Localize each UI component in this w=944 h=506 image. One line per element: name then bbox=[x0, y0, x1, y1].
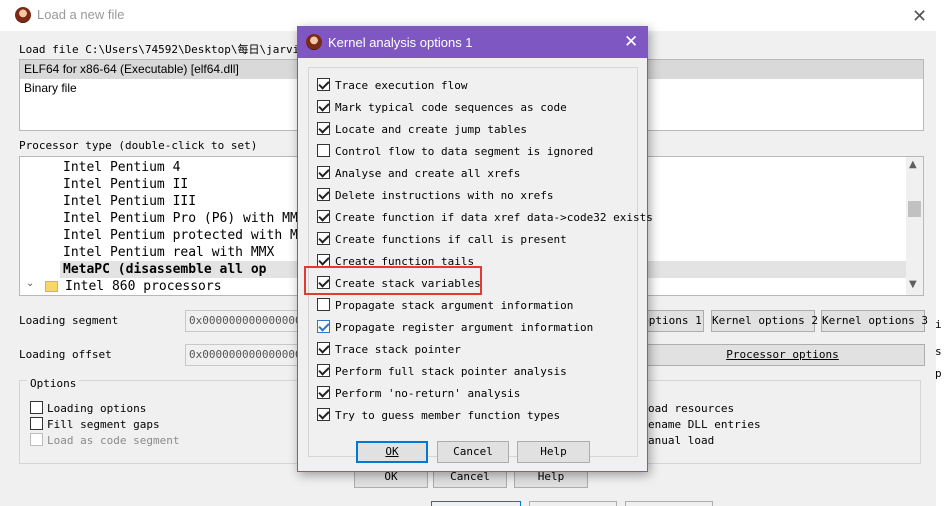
loading-segment-label: Loading segment bbox=[19, 314, 119, 327]
option-checkbox[interactable] bbox=[317, 166, 330, 179]
option-label: Delete instructions with no xrefs bbox=[335, 189, 554, 202]
rename-dll-entries-label: ename DLL entries bbox=[648, 418, 761, 431]
kernel-analysis-options-dialog: Kernel analysis options 1 ✕ Trace execut… bbox=[297, 26, 653, 472]
chevron-down-icon[interactable]: ⌄ bbox=[26, 278, 34, 289]
option-label: Try to guess member function types bbox=[335, 409, 561, 422]
folder-icon bbox=[45, 281, 58, 292]
processor-type-label: Processor type (double-click to set) bbox=[19, 139, 258, 152]
processor-options-label: Processor options bbox=[726, 348, 839, 361]
option-label: Create function if data xref data->code3… bbox=[335, 211, 653, 224]
option-label: Perform full stack pointer analysis bbox=[335, 365, 567, 378]
dialog-title-bar: Kernel analysis options 1 ✕ bbox=[298, 27, 647, 58]
option-label: Locate and create jump tables bbox=[335, 123, 528, 136]
option-checkbox[interactable] bbox=[317, 386, 330, 399]
option-checkbox[interactable] bbox=[317, 298, 330, 311]
dialog-title: Kernel analysis options 1 bbox=[328, 35, 473, 50]
option-label: Analyse and create all xrefs bbox=[335, 167, 521, 180]
option-label: Mark typical code sequences as code bbox=[335, 101, 567, 114]
load-file-label: Load file C:\Users\74592\Desktop\每日\jarv… bbox=[19, 43, 326, 56]
load-resources-label: oad resources bbox=[648, 402, 735, 415]
option-checkbox[interactable] bbox=[317, 188, 330, 201]
list-item[interactable]: Intel Pentium protected with M bbox=[63, 227, 298, 244]
option-label: Create functions if call is present bbox=[335, 233, 567, 246]
kernel-options-3-button[interactable]: Kernel options 3 bbox=[821, 310, 928, 332]
button-fragment[interactable] bbox=[529, 501, 617, 506]
list-item[interactable]: Intel Pentium III bbox=[63, 193, 196, 210]
clipped-button-fragment: p bbox=[935, 367, 942, 380]
option-checkbox[interactable] bbox=[317, 144, 330, 157]
option-label: Trace execution flow bbox=[335, 79, 468, 92]
clipped-button-fragment: i bbox=[935, 318, 942, 331]
list-item[interactable]: Intel Pentium real with MMX bbox=[63, 244, 274, 261]
window-edge bbox=[936, 31, 944, 506]
highlight-box bbox=[304, 266, 482, 295]
loading-segment-input[interactable]: 0x0000000000000000 bbox=[185, 310, 308, 332]
option-checkbox[interactable] bbox=[317, 364, 330, 377]
option-checkbox[interactable] bbox=[317, 122, 330, 135]
option-checkbox[interactable] bbox=[317, 320, 330, 333]
scrollbar-thumb[interactable] bbox=[908, 201, 921, 217]
close-icon[interactable]: ✕ bbox=[912, 6, 927, 27]
option-checkbox[interactable] bbox=[317, 78, 330, 91]
option-checkbox[interactable] bbox=[317, 100, 330, 113]
option-label: Control flow to data segment is ignored bbox=[335, 145, 594, 158]
scroll-down-icon[interactable]: ▼ bbox=[909, 279, 917, 290]
dialog-ok-label: OK bbox=[385, 445, 399, 458]
dialog-ok-button[interactable]: OK bbox=[356, 441, 428, 463]
loading-offset-input[interactable]: 0x0000000000000000 bbox=[185, 344, 308, 366]
fill-segment-gaps-label: Fill segment gaps bbox=[47, 418, 160, 431]
options-group-label: Options bbox=[27, 377, 80, 390]
window-title: Load a new file bbox=[37, 7, 125, 22]
list-item[interactable]: Intel Pentium 4 bbox=[63, 159, 180, 176]
ida-app-icon bbox=[15, 7, 31, 23]
list-item[interactable]: Intel Pentium II bbox=[63, 176, 188, 193]
list-item[interactable]: Intel Pentium Pro (P6) with MM bbox=[63, 210, 298, 227]
loading-options-label: Loading options bbox=[47, 402, 147, 415]
load-as-code-segment-checkbox[interactable] bbox=[30, 433, 43, 446]
button-fragment[interactable] bbox=[625, 501, 713, 506]
option-label: Trace stack pointer bbox=[335, 343, 461, 356]
load-as-code-segment-label: Load as code segment bbox=[47, 434, 180, 447]
vertical-scrollbar[interactable]: ▲ ▼ bbox=[906, 157, 923, 295]
button-fragment[interactable] bbox=[431, 501, 521, 506]
ida-app-icon bbox=[306, 34, 322, 50]
close-icon[interactable]: ✕ bbox=[624, 32, 638, 52]
list-item[interactable]: Intel 860 processors bbox=[65, 278, 222, 295]
fill-segment-gaps-checkbox[interactable] bbox=[30, 417, 43, 430]
kernel-options-2-button[interactable]: Kernel options 2 bbox=[711, 310, 818, 332]
option-checkbox[interactable] bbox=[317, 210, 330, 223]
option-checkbox[interactable] bbox=[317, 232, 330, 245]
kernel-options-1-button[interactable]: options 1 bbox=[640, 310, 704, 332]
processor-options-button[interactable]: Processor options bbox=[640, 344, 925, 366]
manual-load-label: anual load bbox=[648, 434, 715, 447]
option-label: Propagate register argument information bbox=[335, 321, 594, 334]
option-label: Perform 'no-return' analysis bbox=[335, 387, 521, 400]
loading-options-checkbox[interactable] bbox=[30, 401, 43, 414]
clipped-button-fragment: s bbox=[935, 345, 942, 358]
dialog-cancel-button[interactable]: Cancel bbox=[437, 441, 509, 463]
option-checkbox[interactable] bbox=[317, 342, 330, 355]
loading-offset-label: Loading offset bbox=[19, 348, 112, 361]
option-label: Propagate stack argument information bbox=[335, 299, 574, 312]
option-checkbox[interactable] bbox=[317, 408, 330, 421]
scroll-up-icon[interactable]: ▲ bbox=[909, 159, 917, 170]
dialog-help-button[interactable]: Help bbox=[517, 441, 590, 463]
